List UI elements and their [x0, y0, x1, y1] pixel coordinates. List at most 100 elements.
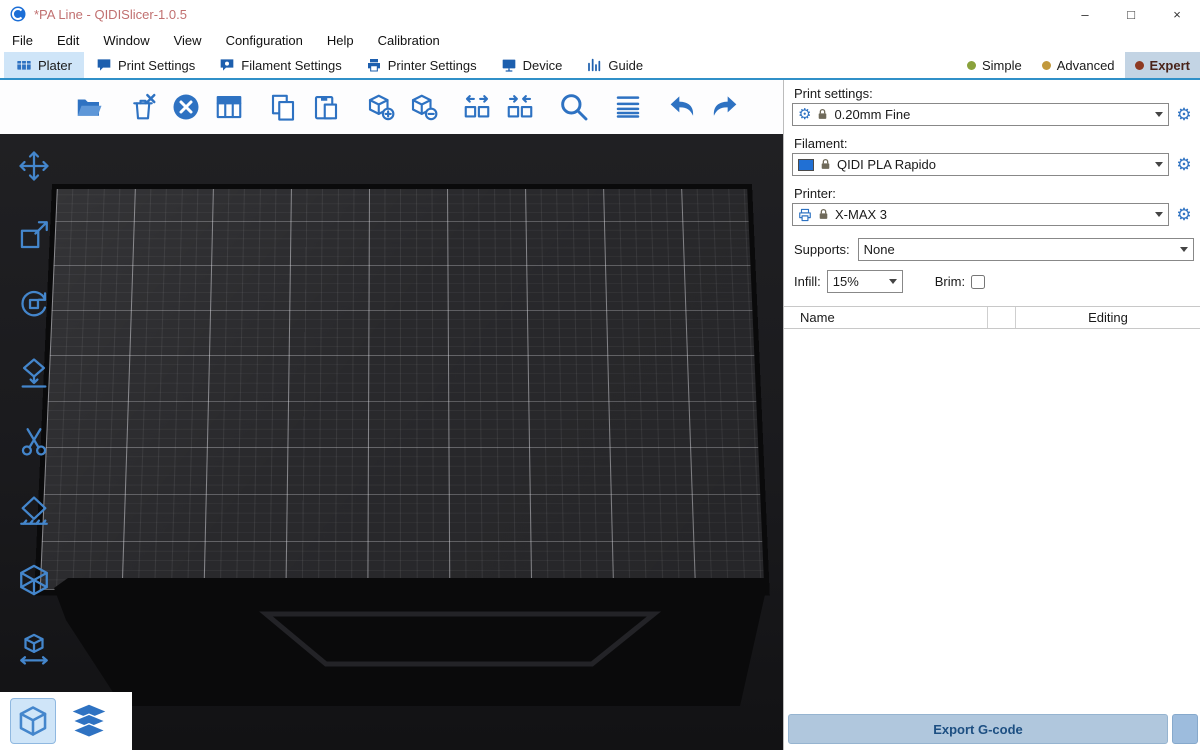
object-manipulation-toolbar	[6, 142, 62, 673]
open-project-button[interactable]	[72, 90, 106, 124]
mode-simple[interactable]: Simple	[957, 52, 1032, 78]
tab-printer-settings[interactable]: Printer Settings	[354, 52, 489, 78]
chevron-down-icon	[1155, 162, 1163, 167]
print-bed	[52, 184, 752, 594]
delete-all-button[interactable]	[169, 90, 203, 124]
tab-guide[interactable]: Guide	[574, 52, 655, 78]
menu-item-configuration[interactable]: Configuration	[226, 33, 303, 48]
scale-tool-button[interactable]	[10, 211, 58, 259]
menu-item-help[interactable]: Help	[327, 33, 354, 48]
filament-value: QIDI PLA Rapido	[837, 157, 936, 172]
window-title: *PA Line - QIDISlicer-1.0.5	[34, 7, 187, 22]
supports-value: None	[864, 242, 895, 257]
printer-gear-button[interactable]: ⚙	[1174, 204, 1194, 226]
column-header-name[interactable]: Name	[784, 307, 988, 328]
menu-item-view[interactable]: View	[174, 33, 202, 48]
menu-item-file[interactable]: File	[12, 33, 33, 48]
plater-icon	[16, 57, 32, 73]
simple-mode-dot-icon	[967, 61, 976, 70]
filament-settings-bubble-icon	[219, 57, 235, 73]
split-objects-button[interactable]	[460, 90, 494, 124]
mode-expert[interactable]: Expert	[1125, 52, 1200, 78]
scene-3d[interactable]	[0, 134, 783, 750]
filament-combo[interactable]: QIDI PLA Rapido	[792, 153, 1169, 176]
layer-height-button[interactable]	[611, 90, 645, 124]
filament-color-swatch	[798, 159, 814, 171]
column-header-middle[interactable]	[988, 307, 1016, 328]
undo-button[interactable]	[665, 90, 699, 124]
export-gcode-button[interactable]: Export G-code	[788, 714, 1168, 744]
supports-combo[interactable]: None	[858, 238, 1194, 261]
copy-button[interactable]	[266, 90, 300, 124]
menu-item-window[interactable]: Window	[103, 33, 149, 48]
arrange-button[interactable]	[212, 90, 246, 124]
chevron-down-icon	[889, 279, 897, 284]
cut-tool-button[interactable]	[10, 418, 58, 466]
device-monitor-icon	[501, 57, 517, 73]
paint-support-tool-button[interactable]	[10, 487, 58, 535]
app-icon	[10, 6, 26, 22]
printer-label: Printer:	[794, 186, 1190, 201]
advanced-mode-dot-icon	[1042, 61, 1051, 70]
gear-icon: ⚙	[798, 107, 811, 122]
tab-plater-label: Plater	[38, 58, 72, 73]
brim-checkbox[interactable]	[971, 275, 985, 289]
guide-bars-icon	[586, 57, 602, 73]
menu-item-edit[interactable]: Edit	[57, 33, 79, 48]
printer-combo[interactable]: X-MAX 3	[792, 203, 1169, 226]
printer-base	[26, 578, 778, 710]
infill-label: Infill:	[794, 274, 821, 289]
print-settings-gear-button[interactable]: ⚙	[1174, 104, 1194, 126]
object-table: Name Editing	[784, 306, 1200, 710]
object-table-header: Name Editing	[784, 307, 1200, 329]
measure-tool-button[interactable]	[10, 625, 58, 673]
infill-combo[interactable]: 15%	[827, 270, 903, 293]
remove-instance-button[interactable]	[406, 90, 440, 124]
seam-tool-button[interactable]	[10, 556, 58, 604]
tab-print-settings[interactable]: Print Settings	[84, 52, 207, 78]
split-parts-button[interactable]	[503, 90, 537, 124]
filament-label: Filament:	[794, 136, 1190, 151]
redo-button[interactable]	[708, 90, 742, 124]
close-button[interactable]: ×	[1154, 0, 1200, 28]
search-button[interactable]	[557, 90, 591, 124]
move-tool-button[interactable]	[10, 142, 58, 190]
column-header-editing[interactable]: Editing	[1016, 307, 1200, 328]
tab-plater[interactable]: Plater	[4, 52, 84, 78]
mode-advanced[interactable]: Advanced	[1032, 52, 1125, 78]
print-settings-bubble-icon	[96, 57, 112, 73]
print-settings-combo[interactable]: ⚙ 0.20mm Fine	[792, 103, 1169, 126]
preview-view-button[interactable]	[66, 698, 112, 744]
lock-icon	[816, 108, 829, 121]
export-row: Export G-code	[784, 710, 1200, 750]
cube-icon	[16, 704, 50, 738]
filament-gear-button[interactable]: ⚙	[1174, 154, 1194, 176]
titlebar: *PA Line - QIDISlicer-1.0.5 – □ ×	[0, 0, 1200, 28]
tab-printer-settings-label: Printer Settings	[388, 58, 477, 73]
tab-guide-label: Guide	[608, 58, 643, 73]
lock-icon	[819, 158, 832, 171]
supports-label: Supports:	[794, 242, 850, 257]
place-on-face-tool-button[interactable]	[10, 349, 58, 397]
print-settings-value: 0.20mm Fine	[834, 107, 910, 122]
app-window: *PA Line - QIDISlicer-1.0.5 – □ × File E…	[0, 0, 1200, 750]
menubar: File Edit Window View Configuration Help…	[0, 28, 1200, 52]
object-list[interactable]	[784, 329, 1200, 710]
tab-filament-settings-label: Filament Settings	[241, 58, 341, 73]
viewport-3d[interactable]	[0, 80, 783, 750]
mode-advanced-label: Advanced	[1057, 58, 1115, 73]
expert-mode-dot-icon	[1135, 61, 1144, 70]
chevron-down-icon	[1155, 112, 1163, 117]
delete-button[interactable]	[126, 90, 160, 124]
paste-button[interactable]	[309, 90, 343, 124]
maximize-button[interactable]: □	[1108, 0, 1154, 28]
add-instance-button[interactable]	[363, 90, 397, 124]
tab-filament-settings[interactable]: Filament Settings	[207, 52, 353, 78]
menu-item-calibration[interactable]: Calibration	[378, 33, 440, 48]
export-options-button[interactable]	[1172, 714, 1198, 744]
minimize-button[interactable]: –	[1062, 0, 1108, 28]
rotate-tool-button[interactable]	[10, 280, 58, 328]
editor-view-button[interactable]	[10, 698, 56, 744]
tab-device[interactable]: Device	[489, 52, 575, 78]
print-bed-grid	[34, 184, 770, 595]
